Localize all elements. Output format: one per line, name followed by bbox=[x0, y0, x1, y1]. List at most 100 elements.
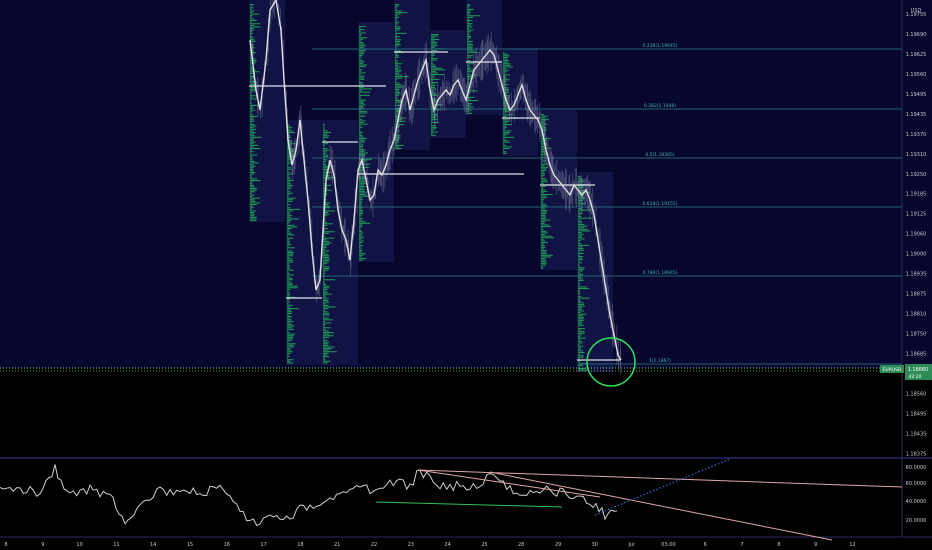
volume-profile-bar bbox=[323, 136, 329, 138]
volume-profile-bar bbox=[323, 162, 326, 164]
volume-profile-bar bbox=[359, 126, 363, 128]
volume-profile-bar bbox=[359, 70, 362, 72]
volume-profile-bar bbox=[395, 16, 400, 18]
volume-profile-bar bbox=[578, 358, 580, 360]
volume-profile-bar bbox=[250, 212, 255, 214]
volume-profile-bar bbox=[503, 141, 510, 143]
volume-profile-bar bbox=[287, 207, 291, 209]
volume-profile-bar bbox=[395, 15, 398, 17]
volume-profile-bar bbox=[250, 184, 254, 186]
volume-profile-bar bbox=[323, 274, 325, 276]
volume-profile-bar bbox=[359, 62, 363, 64]
volume-profile-bar bbox=[250, 124, 255, 126]
volume-profile-bar bbox=[287, 234, 295, 236]
volume-profile-bar bbox=[287, 231, 290, 233]
volume-profile-bar bbox=[395, 96, 398, 98]
volume-profile-bar bbox=[395, 141, 399, 143]
volume-profile-bar bbox=[578, 297, 590, 299]
fib-level-label: 0.618(1.19155) bbox=[642, 201, 677, 207]
volume-profile-bar bbox=[323, 314, 330, 316]
volume-profile-bar bbox=[503, 124, 512, 126]
volume-profile-bar bbox=[541, 162, 543, 164]
volume-profile-bar bbox=[359, 253, 366, 255]
volume-profile-bar bbox=[431, 93, 437, 95]
volume-profile-bar bbox=[323, 359, 326, 361]
volume-profile-bar bbox=[250, 88, 256, 90]
volume-profile-bar bbox=[359, 216, 361, 218]
volume-profile-bar bbox=[250, 173, 255, 175]
volume-profile-bar bbox=[541, 256, 552, 258]
volume-profile-bar bbox=[287, 236, 289, 238]
volume-profile-bar bbox=[578, 272, 580, 274]
volume-profile-bar bbox=[578, 353, 581, 355]
price-badge-countdown: 42:20 bbox=[909, 374, 922, 380]
volume-profile-bar bbox=[578, 336, 581, 338]
volume-profile-bar bbox=[250, 192, 252, 194]
price-tick-label: 1.19125 bbox=[906, 212, 927, 218]
volume-profile-bar bbox=[503, 53, 509, 55]
volume-profile-bar bbox=[359, 221, 366, 223]
volume-profile-bar bbox=[359, 134, 363, 136]
volume-profile-bar bbox=[250, 186, 255, 188]
volume-profile-bar bbox=[323, 223, 334, 225]
volume-profile-bar bbox=[287, 170, 289, 172]
volume-profile-bar bbox=[287, 327, 292, 329]
volume-profile-bar bbox=[359, 133, 362, 135]
volume-profile-bar bbox=[395, 80, 397, 82]
volume-profile-bar bbox=[250, 100, 252, 102]
volume-profile-bar bbox=[395, 144, 404, 146]
volume-profile-bar bbox=[287, 247, 295, 249]
time-tick-label: 15 bbox=[187, 542, 193, 548]
volume-profile-bar bbox=[359, 90, 363, 92]
volume-profile-bar bbox=[395, 63, 403, 65]
volume-profile-bar bbox=[359, 86, 364, 88]
volume-profile-bar bbox=[467, 40, 473, 42]
volume-profile-bar bbox=[250, 188, 257, 190]
volume-profile-bar bbox=[359, 53, 365, 55]
volume-profile-bar bbox=[359, 189, 365, 191]
volume-profile-bar bbox=[578, 235, 583, 237]
volume-profile-bar bbox=[431, 70, 436, 72]
oscillator-axis[interactable]: 80.0000 60.0000 40.0000 20.0000 bbox=[906, 465, 927, 524]
volume-profile-bar bbox=[323, 357, 325, 359]
volume-profile-bar bbox=[287, 205, 289, 207]
volume-profile-bar bbox=[541, 237, 555, 239]
volume-profile-bar bbox=[287, 186, 292, 188]
volume-profile-bar bbox=[323, 256, 329, 258]
volume-profile-bar bbox=[359, 200, 363, 202]
volume-profile-bar bbox=[359, 224, 363, 226]
volume-profile-bar bbox=[395, 12, 408, 14]
chart-area[interactable]: 0.236(1.19645) 0.382(1.1946) 0.5(1.19305) 0… bbox=[0, 0, 932, 550]
volume-profile-bar bbox=[578, 339, 581, 341]
volume-profile-bar bbox=[323, 325, 325, 327]
volume-profile-bar bbox=[578, 356, 584, 358]
volume-profile-bar bbox=[323, 173, 327, 175]
volume-profile-bar bbox=[395, 90, 400, 92]
volume-profile-bar bbox=[250, 135, 255, 137]
volume-profile-bar bbox=[395, 92, 400, 94]
volume-profile-bar bbox=[250, 220, 257, 222]
volume-profile-bar bbox=[578, 344, 580, 346]
price-tick-label: 1.18810 bbox=[906, 312, 927, 318]
volume-profile-bar bbox=[467, 31, 472, 33]
volume-profile-bar bbox=[287, 260, 293, 262]
volume-profile-bar bbox=[467, 21, 470, 23]
volume-profile-bar bbox=[250, 5, 252, 7]
volume-profile-bar bbox=[503, 68, 506, 70]
volume-profile-bar bbox=[287, 330, 289, 332]
volume-profile-bar bbox=[359, 75, 365, 77]
volume-profile-bar bbox=[287, 348, 291, 350]
volume-profile-bar bbox=[541, 266, 543, 268]
volume-profile-bar bbox=[323, 244, 330, 246]
volume-profile-bar bbox=[323, 242, 332, 244]
volume-profile-bar bbox=[287, 176, 290, 178]
price-tick-label: 1.19310 bbox=[906, 152, 927, 158]
volume-profile-bar bbox=[287, 306, 291, 308]
volume-profile-bar bbox=[431, 126, 437, 128]
volume-profile-bar bbox=[395, 45, 399, 47]
volume-profile-bar bbox=[541, 114, 545, 116]
volume-profile-bar bbox=[359, 192, 366, 194]
time-axis[interactable]: 8 9 10 11 14 15 16 17 18 21 22 23 24 25 28 29 30 Jul 03:00… bbox=[4, 542, 855, 548]
volume-profile-bar bbox=[578, 243, 582, 245]
volume-profile-bar bbox=[578, 337, 587, 339]
